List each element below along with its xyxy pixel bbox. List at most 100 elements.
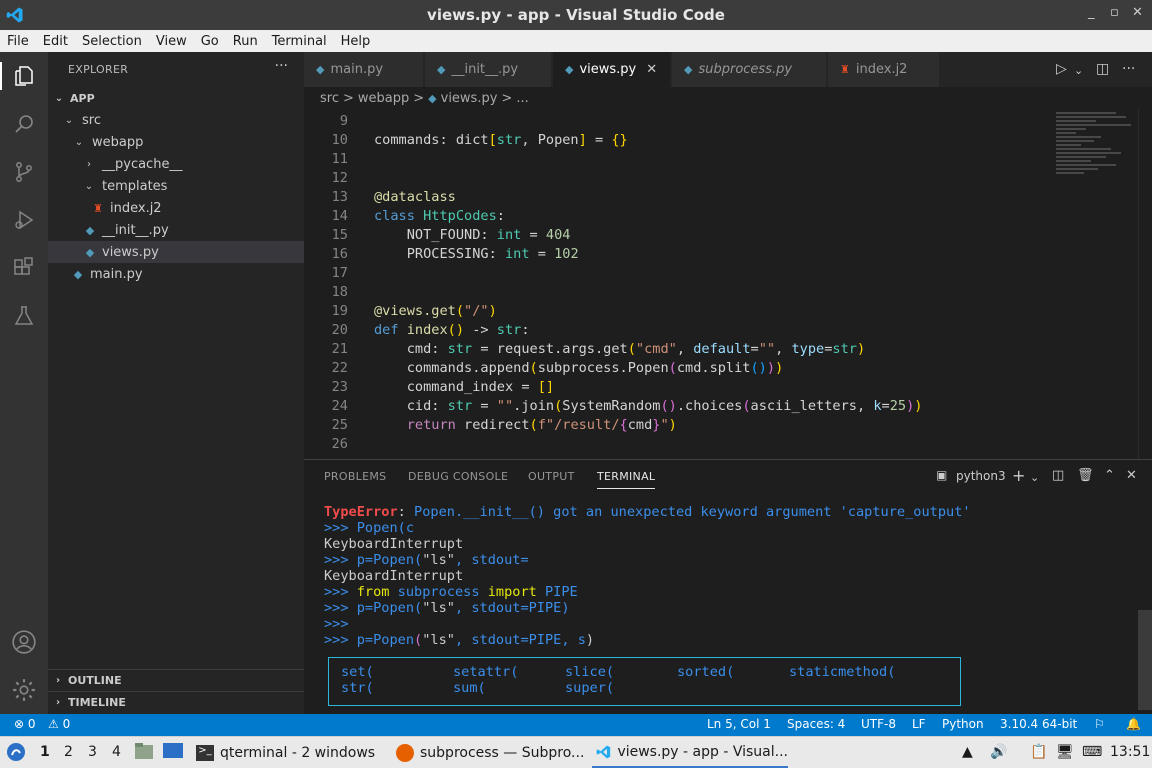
code-line[interactable]: 17 xyxy=(304,264,1064,283)
cursor-position[interactable]: Ln 5, Col 1 xyxy=(707,717,771,731)
tree-item-views-py[interactable]: ◆ views.py xyxy=(48,241,304,263)
completion-item[interactable]: super( xyxy=(565,680,614,696)
tree-item-pycache[interactable]: › __pycache__ xyxy=(48,153,304,175)
code-line[interactable]: 24 cid: str = "".join (SystemRandom().cho… xyxy=(304,397,1064,416)
minimize-button[interactable]: _ xyxy=(1088,5,1095,20)
task-vscode[interactable]: views.py - app - Visual... xyxy=(592,738,788,768)
warnings-status[interactable]: ⚠ 0 xyxy=(48,717,70,731)
minimap[interactable] xyxy=(1056,110,1136,200)
desktop-1[interactable]: 1 xyxy=(40,744,50,760)
task-qterminal[interactable]: >_ qterminal - 2 windows xyxy=(192,738,388,768)
terminal-name[interactable]: python3 xyxy=(956,469,1006,483)
new-terminal-icon[interactable]: + xyxy=(1012,466,1025,485)
maximize-button[interactable]: ▫ xyxy=(1110,5,1119,20)
breadcrumb-item[interactable]: webapp xyxy=(358,91,409,106)
notifications-bell-icon[interactable]: 🔔 xyxy=(1126,717,1141,731)
tray-icon[interactable]: ▲ xyxy=(962,744,973,760)
workspace-root[interactable]: ⌄ APP xyxy=(48,87,304,109)
run-debug-icon[interactable] xyxy=(10,206,38,234)
code-line[interactable]: 26 xyxy=(304,435,1064,454)
menu-terminal[interactable]: Terminal xyxy=(265,34,334,49)
code-line[interactable]: 22 commands.append(subprocess.Popen(cmd.… xyxy=(304,359,1064,378)
breadcrumb-item[interactable]: views.py xyxy=(441,91,498,106)
menu-run[interactable]: Run xyxy=(226,34,265,49)
volume-icon[interactable]: 🔊 xyxy=(990,744,1007,760)
tree-item-src[interactable]: ⌄ src xyxy=(48,109,304,131)
tab-views-py[interactable]: ◆ views.py ✕ xyxy=(553,52,671,87)
outline-section[interactable]: › OUTLINE xyxy=(48,669,304,691)
menu-file[interactable]: File xyxy=(0,34,36,49)
errors-status[interactable]: ⊗ 0 xyxy=(14,717,36,731)
close-panel-icon[interactable]: ✕ xyxy=(1126,468,1137,483)
show-desktop-icon[interactable] xyxy=(162,742,184,764)
code-line[interactable]: 12 xyxy=(304,169,1064,188)
editor-scrollbar[interactable] xyxy=(1138,109,1152,459)
chevron-down-icon[interactable]: ⌄ xyxy=(1074,64,1083,77)
line-ending[interactable]: LF xyxy=(912,717,926,731)
more-actions-icon[interactable]: ··· xyxy=(275,58,288,74)
language-mode[interactable]: Python xyxy=(942,717,984,731)
tab-debug-console[interactable]: DEBUG CONSOLE xyxy=(408,470,508,483)
manage-gear-icon[interactable] xyxy=(10,676,38,704)
tab-index-j2[interactable]: ♜ index.j2 xyxy=(828,52,940,87)
completion-item[interactable]: slice( xyxy=(565,664,614,680)
code-line[interactable]: 21 cmd: str = request.args.get("cmd", de… xyxy=(304,340,1064,359)
tab-problems[interactable]: PROBLEMS xyxy=(324,470,386,483)
breadcrumb-item[interactable]: src xyxy=(320,91,339,106)
search-icon[interactable] xyxy=(10,110,38,138)
code-line[interactable]: 23 command_index = [] xyxy=(304,378,1064,397)
tab-terminal[interactable]: TERMINAL xyxy=(597,470,656,489)
run-file-icon[interactable]: ▷ xyxy=(1056,61,1067,77)
completion-item[interactable]: setattr( xyxy=(453,664,518,680)
menu-view[interactable]: View xyxy=(149,34,194,49)
account-icon[interactable] xyxy=(10,628,38,656)
tree-item-webapp[interactable]: ⌄ webapp xyxy=(48,131,304,153)
tab-main-py[interactable]: ◆ main.py xyxy=(304,52,424,87)
menu-selection[interactable]: Selection xyxy=(75,34,149,49)
explorer-icon[interactable] xyxy=(10,62,38,90)
menu-edit[interactable]: Edit xyxy=(36,34,75,49)
encoding[interactable]: UTF-8 xyxy=(861,717,896,731)
tree-item-index-j2[interactable]: ♜ index.j2 xyxy=(48,197,304,219)
more-actions-icon[interactable]: ··· xyxy=(1122,61,1135,77)
kill-terminal-icon[interactable]: 🗑 xyxy=(1077,468,1094,483)
code-line[interactable]: 19 @views.get("/") xyxy=(304,302,1064,321)
menu-help[interactable]: Help xyxy=(334,34,378,49)
maximize-panel-icon[interactable]: ⌃ xyxy=(1104,468,1115,483)
code-line[interactable]: 9 xyxy=(304,112,1064,131)
code-line[interactable]: 18 xyxy=(304,283,1064,302)
completion-item[interactable]: sum( xyxy=(453,680,486,696)
completion-item[interactable]: set( xyxy=(341,664,374,680)
completion-item[interactable]: sorted( xyxy=(677,664,734,680)
timeline-section[interactable]: › TIMELINE xyxy=(48,691,304,713)
menu-go[interactable]: Go xyxy=(194,34,226,49)
code-line[interactable]: 25 return redirect(f"/result/{cmd}") xyxy=(304,416,1064,435)
network-icon[interactable]: 🖥 xyxy=(1056,744,1074,760)
code-line[interactable]: 16 PROCESSING: int = 102 xyxy=(304,245,1064,264)
feedback-icon[interactable]: ⚐ xyxy=(1094,717,1105,731)
tree-item-main-py[interactable]: ◆ main.py xyxy=(48,263,304,285)
start-menu-icon[interactable] xyxy=(6,742,26,766)
clipboard-icon[interactable]: 📋 xyxy=(1030,744,1047,760)
completion-item[interactable]: staticmethod( xyxy=(789,664,895,680)
code-line[interactable]: 14 class HttpCodes: xyxy=(304,207,1064,226)
code-line[interactable]: 11 xyxy=(304,150,1064,169)
desktop-3[interactable]: 3 xyxy=(88,744,97,760)
desktop-2[interactable]: 2 xyxy=(64,744,73,760)
split-editor-icon[interactable]: ◫ xyxy=(1096,61,1109,77)
python-interpreter[interactable]: 3.10.4 64-bit xyxy=(1000,717,1077,731)
code-editor[interactable]: 9 10 commands: dict[str, Popen] = {} 11 12 13… xyxy=(304,109,1152,459)
code-line[interactable]: 13 @dataclass xyxy=(304,188,1064,207)
close-window-button[interactable]: ✕ xyxy=(1132,5,1143,20)
code-line[interactable]: 20 def index() -> str: xyxy=(304,321,1064,340)
task-firefox[interactable]: subprocess — Subpro... xyxy=(392,738,588,768)
extensions-icon[interactable] xyxy=(10,254,38,282)
completion-item[interactable]: str( xyxy=(341,680,374,696)
tab-init-py[interactable]: ◆ __init__.py xyxy=(425,52,552,87)
tab-subprocess-py[interactable]: ◆ subprocess.py xyxy=(672,52,827,87)
terminal-scrollbar[interactable] xyxy=(1138,610,1152,710)
split-terminal-icon[interactable]: ◫ xyxy=(1052,468,1064,483)
code-line[interactable]: 10 commands: dict[str, Popen] = {} xyxy=(304,131,1064,150)
desktop-4[interactable]: 4 xyxy=(112,744,121,760)
source-control-icon[interactable] xyxy=(10,158,38,186)
